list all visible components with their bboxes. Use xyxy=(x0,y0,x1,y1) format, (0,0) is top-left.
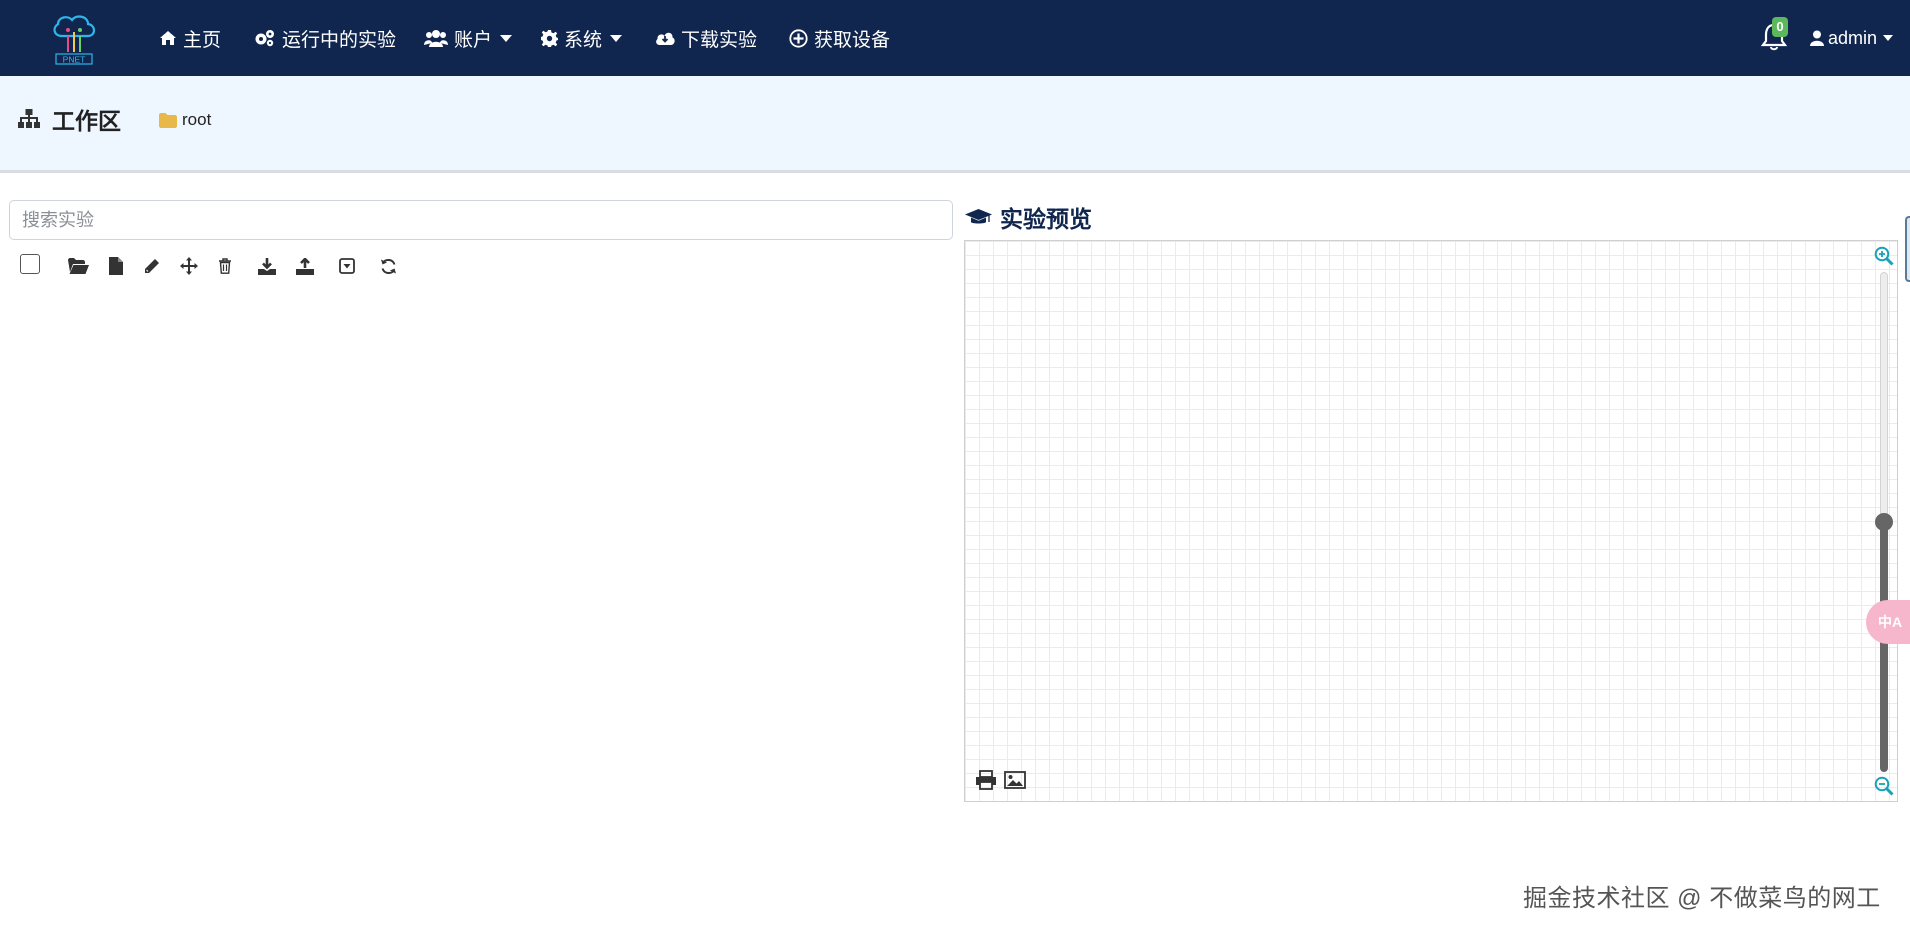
edit-button[interactable] xyxy=(139,253,165,279)
new-lab-button[interactable] xyxy=(103,253,129,279)
sitemap-icon xyxy=(18,109,40,128)
chevron-down-icon xyxy=(610,34,623,42)
chevron-down-icon xyxy=(1883,35,1894,41)
workspace-title-label: 工作区 xyxy=(52,108,121,134)
pencil-icon xyxy=(145,259,159,273)
image-icon[interactable] xyxy=(1004,770,1026,790)
folder-open-icon xyxy=(67,258,89,274)
graduation-cap-icon xyxy=(965,209,992,224)
nav-running-labs[interactable]: 运行中的实验 xyxy=(254,0,396,76)
arrows-move-icon xyxy=(180,257,198,275)
pnet-logo[interactable]: PNET xyxy=(44,12,104,66)
cloud-download-icon xyxy=(656,32,675,45)
preview-title-label: 实验预览 xyxy=(1000,206,1092,232)
zoom-slider-handle[interactable] xyxy=(1875,513,1893,531)
refresh-icon xyxy=(380,258,396,274)
preview-title: 实验预览 xyxy=(965,200,1092,234)
zoom-in-icon[interactable] xyxy=(1874,246,1894,266)
breadcrumb-root[interactable]: root xyxy=(159,110,211,130)
lab-preview-canvas[interactable] xyxy=(964,240,1898,802)
plus-circle-icon xyxy=(789,28,808,48)
translate-widget-button[interactable]: 中A xyxy=(1866,600,1910,644)
nav-system[interactable]: 系统 xyxy=(541,0,623,76)
gear-icon xyxy=(541,29,558,47)
caret-square-down-icon xyxy=(339,258,355,274)
nav-home-label: 主页 xyxy=(183,29,222,51)
nav-accounts-label: 账户 xyxy=(454,29,493,51)
nav-get-devices[interactable]: 获取设备 xyxy=(789,0,890,76)
search-input[interactable] xyxy=(9,200,953,240)
folder-icon xyxy=(159,112,177,128)
chevron-down-icon xyxy=(500,34,513,42)
watermark: 掘金技术社区 @ 不做菜鸟的网工 xyxy=(1523,885,1881,912)
notification-badge: 0 xyxy=(1772,17,1788,37)
user-name: admin xyxy=(1828,27,1878,48)
gears-icon xyxy=(255,30,274,47)
zoom-out-icon[interactable] xyxy=(1874,776,1894,796)
nav-accounts[interactable]: 账户 xyxy=(424,0,513,76)
users-icon xyxy=(424,30,448,47)
user-icon xyxy=(1810,30,1824,46)
file-icon xyxy=(109,257,123,275)
open-folder-button[interactable] xyxy=(65,253,91,279)
nav-system-label: 系统 xyxy=(564,29,603,51)
top-navbar: PNET 主页 运行中的实验 账户 系统 下载实验 获取设备 0 admin xyxy=(0,0,1910,76)
refresh-button[interactable] xyxy=(375,253,401,279)
workspace-header: 工作区 root xyxy=(0,76,1910,173)
move-button[interactable] xyxy=(176,253,202,279)
zoom-slider-fill xyxy=(1880,522,1888,772)
breadcrumb-label: root xyxy=(182,110,212,129)
user-menu[interactable]: admin xyxy=(1810,0,1894,76)
side-panel-tab[interactable] xyxy=(1905,216,1910,282)
collapse-button[interactable] xyxy=(334,253,360,279)
print-icon[interactable] xyxy=(975,770,997,790)
nav-download-labs-label: 下载实验 xyxy=(681,29,758,51)
delete-button[interactable] xyxy=(212,253,238,279)
home-icon xyxy=(160,31,176,45)
select-all-checkbox[interactable] xyxy=(20,254,40,274)
trash-icon xyxy=(219,258,231,274)
export-button[interactable] xyxy=(292,253,318,279)
nav-download-labs[interactable]: 下载实验 xyxy=(655,0,757,76)
upload-icon xyxy=(296,257,314,275)
download-icon xyxy=(258,257,276,275)
nav-get-devices-label: 获取设备 xyxy=(814,29,891,51)
nav-running-labs-label: 运行中的实验 xyxy=(282,29,397,51)
translate-icon: 中A xyxy=(1878,614,1903,630)
logo-text: PNET xyxy=(63,55,86,65)
nav-home[interactable]: 主页 xyxy=(159,0,221,76)
workspace-title: 工作区 xyxy=(18,102,121,136)
import-button[interactable] xyxy=(254,253,280,279)
